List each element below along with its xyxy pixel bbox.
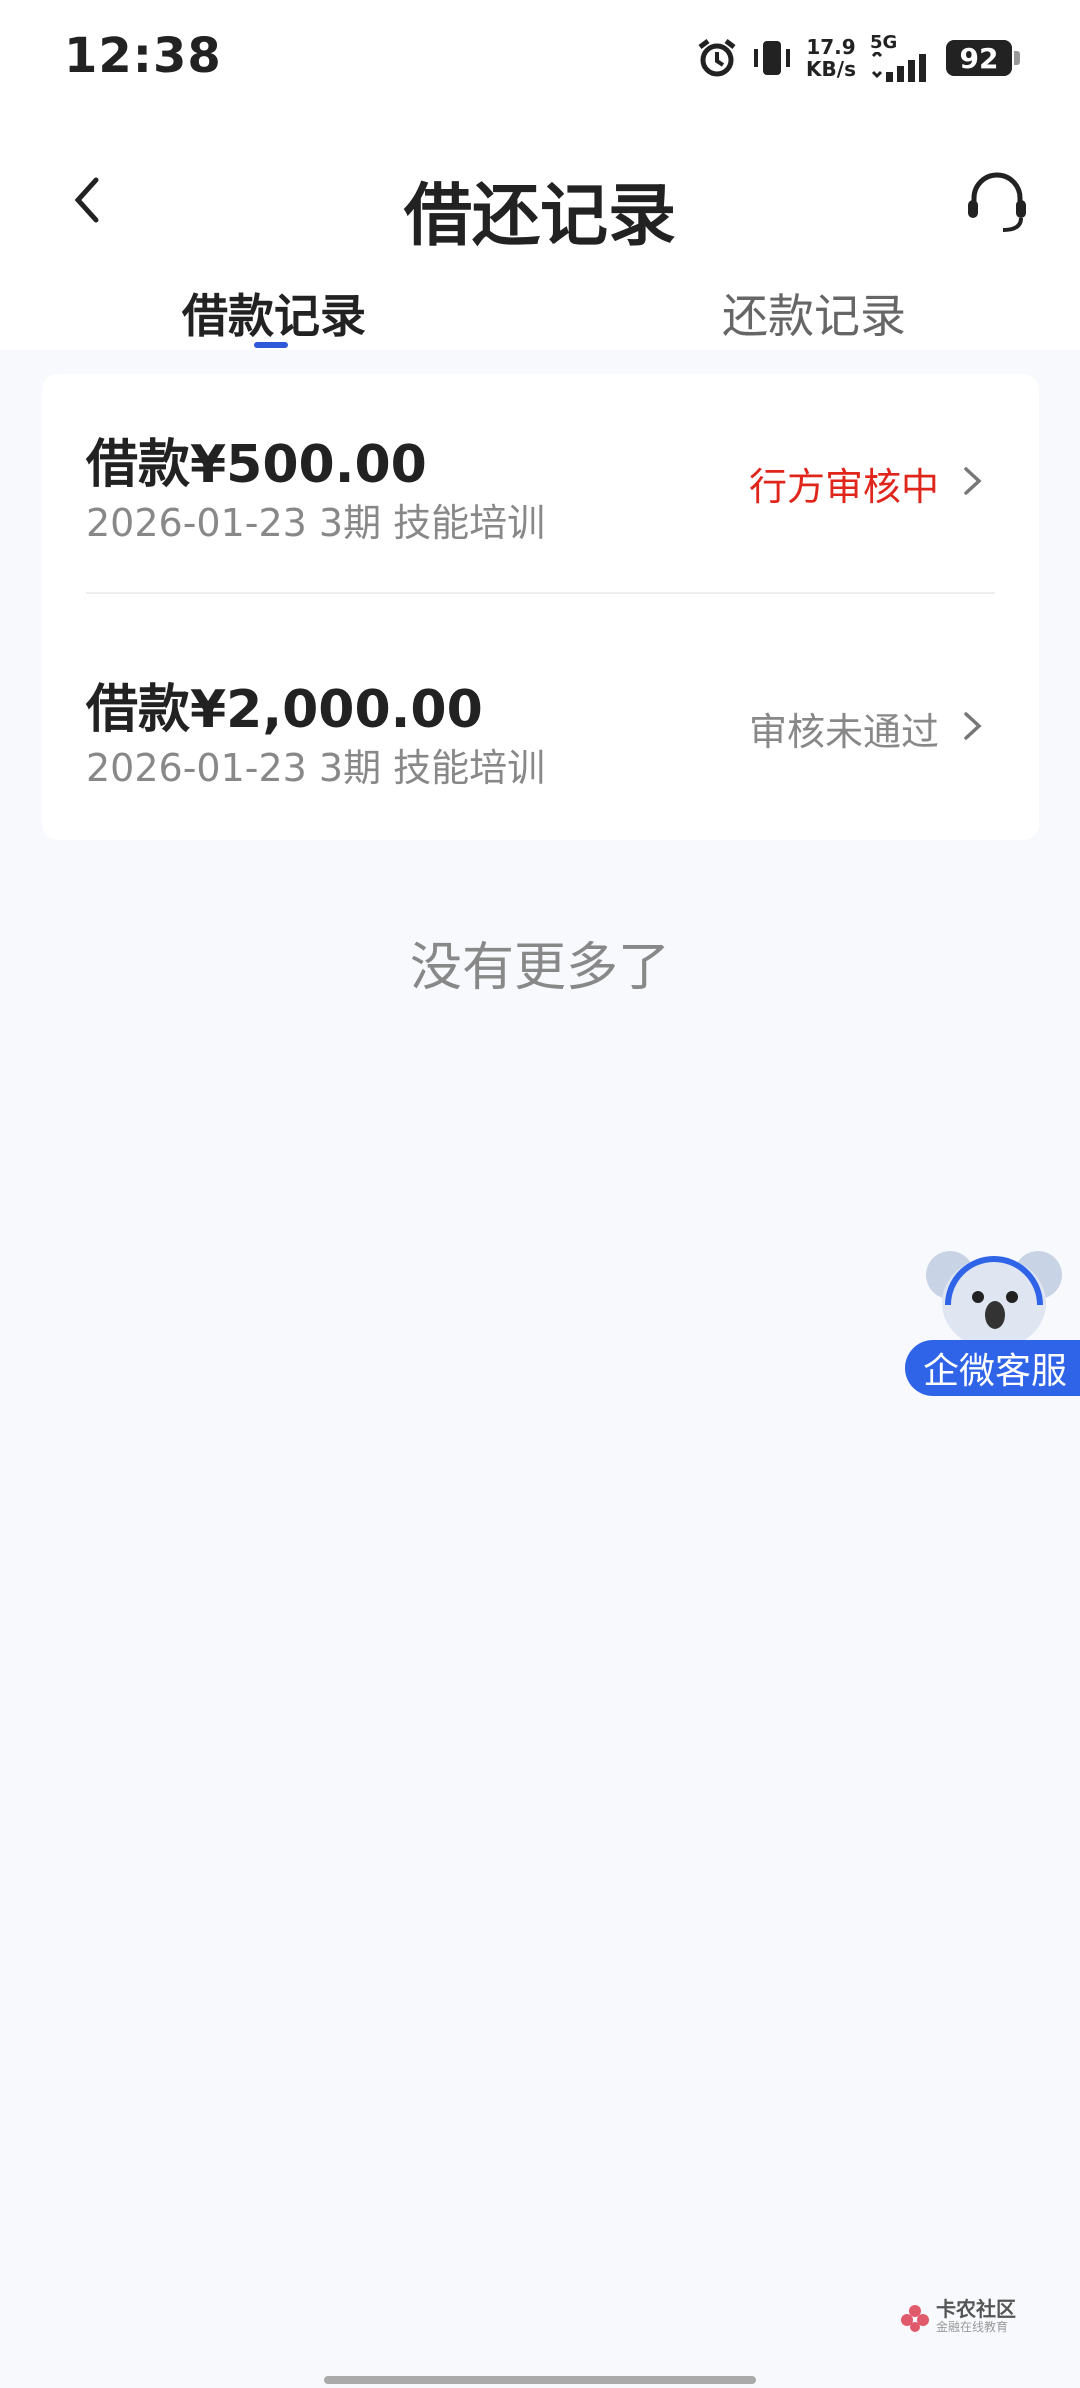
loan-amount: 借款¥500.00 (86, 435, 427, 495)
active-tab-indicator (254, 342, 288, 348)
network-speed: 17.9 KB/s (806, 36, 856, 80)
loan-status: 审核未通过 (748, 710, 939, 754)
cell-signal: 5G (870, 34, 932, 82)
watermark-title: 卡农社区 (936, 2297, 1016, 2321)
flower-logo-icon (901, 2305, 929, 2332)
loan-amount: 借款¥2,000.00 (86, 680, 483, 740)
tab-repay-records[interactable]: 还款记录 (722, 280, 906, 346)
battery-indicator: 92 (946, 40, 1020, 76)
loan-records-card: 借款¥500.00 2026-01-23 3期 技能培训 行方审核中 借款¥2,… (42, 374, 1039, 840)
wecom-service-button[interactable]: 企微客服 (905, 1340, 1080, 1396)
network-type: 5G (870, 32, 898, 53)
chevron-right-icon (964, 712, 982, 740)
chevron-right-icon (964, 467, 982, 495)
status-bar: 12:38 17.9 KB/s 5G 92 (0, 0, 1080, 120)
loan-status: 行方审核中 (748, 465, 939, 509)
status-icons: 17.9 KB/s 5G 92 (696, 30, 1020, 86)
page-header: 借还记录 借款记录 还款记录 (0, 120, 1080, 350)
tab-borrow-records[interactable]: 借款记录 (182, 280, 366, 346)
signal-bars-icon (871, 52, 926, 82)
loan-record-item[interactable]: 借款¥500.00 2026-01-23 3期 技能培训 行方审核中 (42, 374, 1039, 604)
page-title: 借还记录 (403, 177, 676, 256)
network-speed-value: 17.9 (806, 35, 856, 59)
loan-record-item[interactable]: 借款¥2,000.00 2026-01-23 3期 技能培训 审核未通过 (42, 619, 1039, 849)
network-speed-unit: KB/s (806, 57, 856, 81)
home-indicator[interactable] (324, 2376, 756, 2384)
clock: 12:38 (64, 28, 222, 84)
loan-meta: 2026-01-23 3期 技能培训 (86, 746, 546, 790)
community-watermark: 卡农社区 金融在线教育 (900, 2297, 1016, 2336)
vibrate-icon (752, 37, 792, 79)
headset-icon (968, 172, 1026, 232)
customer-service-button[interactable] (962, 166, 1032, 236)
alarm-icon (696, 37, 738, 79)
loan-meta: 2026-01-23 3期 技能培训 (86, 501, 546, 545)
no-more-text: 没有更多了 (409, 938, 670, 998)
watermark-subtitle: 金融在线教育 (936, 2320, 1009, 2334)
divider (86, 592, 995, 594)
